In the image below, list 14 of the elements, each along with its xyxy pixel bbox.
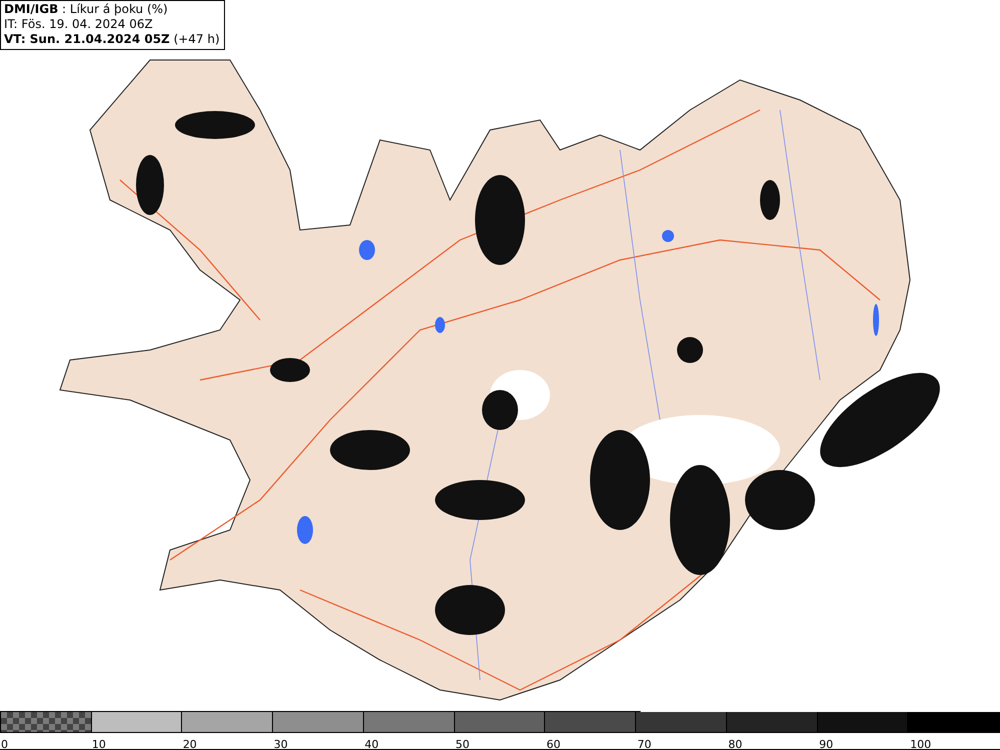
legend-label: 30 xyxy=(272,738,288,750)
legend-label: 100 xyxy=(909,738,932,750)
map-title-line: VT: Sun. 21.04.2024 05Z (+47 h) xyxy=(4,32,220,47)
legend-label: 40 xyxy=(364,738,379,750)
legend-label: 90 xyxy=(818,738,834,750)
legend-label: 80 xyxy=(727,738,742,750)
map-title-line: IT: Fös. 19. 04. 2024 06Z xyxy=(4,17,154,32)
legend-label: 20 xyxy=(182,738,197,750)
legend-label: 0 xyxy=(0,738,8,750)
legend-label: 70 xyxy=(636,738,652,750)
map-title-line: DMI/IGB : Líkur á þoku (%) xyxy=(4,2,169,17)
legend-label: 50 xyxy=(454,738,470,750)
legend-label: 60 xyxy=(545,738,560,750)
legend-label: 10 xyxy=(90,738,106,750)
